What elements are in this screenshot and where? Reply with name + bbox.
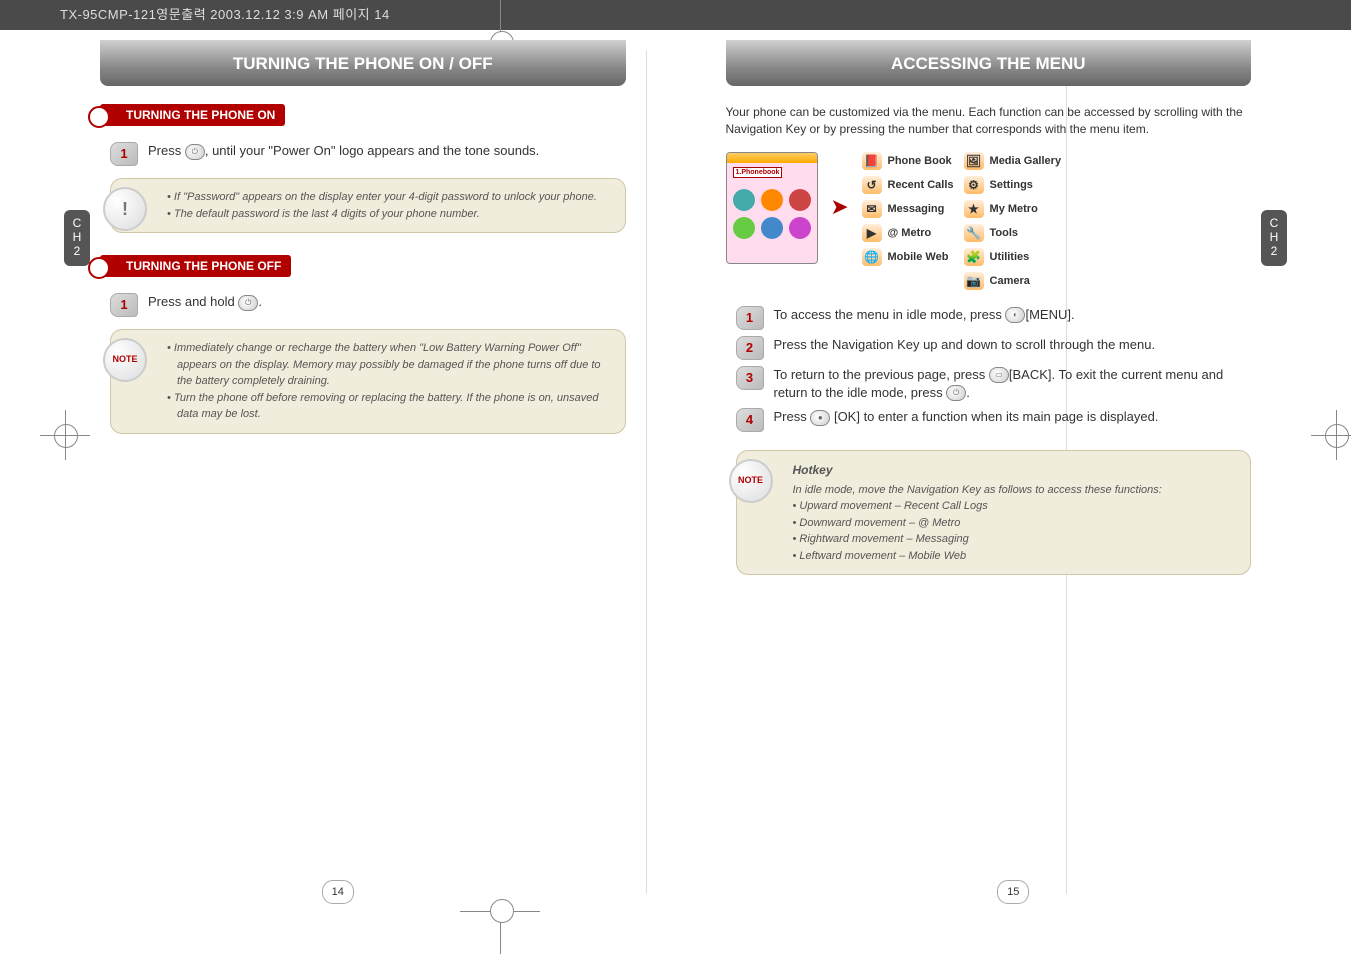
settings-icon: ⚙ xyxy=(964,176,984,194)
note-bullet: • Turn the phone off before removing or … xyxy=(167,390,611,423)
step: 4 Press ● [OK] to enter a function when … xyxy=(736,408,1252,432)
section-heading-phone-on: TURNING THE PHONE ON xyxy=(100,104,285,126)
step: 2 Press the Navigation Key up and down t… xyxy=(736,336,1252,360)
step-text: Press the Navigation Key up and down to … xyxy=(774,336,1252,354)
step-text: Press and hold ⏻. xyxy=(148,293,626,311)
menu-overview: 1.Phonebook ➤ 📕Phone Book ↺Recent Calls … xyxy=(726,152,1252,290)
note-bullet: • Immediately change or recharge the bat… xyxy=(167,340,611,390)
hotkey-bullet: • Upward movement – Recent Call Logs xyxy=(793,498,1237,515)
tools-icon: 🔧 xyxy=(964,224,984,242)
menu-item: 📷Camera xyxy=(964,272,1062,290)
page-14: C H 2 TURNING THE PHONE ON / OFF TURNING… xyxy=(0,30,676,954)
hotkey-bullet: • Downward movement – @ Metro xyxy=(793,515,1237,532)
menu-item: ✉Messaging xyxy=(862,200,954,218)
step-text: To return to the previous page, press ▭[… xyxy=(774,366,1252,402)
chapter-tab: C H 2 xyxy=(1261,210,1287,266)
phone-screen-label: 1.Phonebook xyxy=(733,167,783,178)
step-text: To access the menu in idle mode, press ◐… xyxy=(774,306,1252,324)
menu-column-2: 🖼Media Gallery ⚙Settings ★My Metro 🔧Tool… xyxy=(964,152,1062,290)
step-number-badge: 4 xyxy=(736,408,764,432)
hotkey-intro: In idle mode, move the Navigation Key as… xyxy=(793,482,1237,499)
ok-key-icon: ● xyxy=(810,410,830,426)
step-number-badge: 1 xyxy=(110,142,138,166)
my-metro-icon: ★ xyxy=(964,200,984,218)
phonebook-icon: 📕 xyxy=(862,152,882,170)
menu-item: 🖼Media Gallery xyxy=(964,152,1062,170)
menu-item: 🔧Tools xyxy=(964,224,1062,242)
file-header: TX-95CMP-121영문출력 2003.12.12 3:9 AM 페이지 1… xyxy=(0,0,1351,30)
menu-item: ↺Recent Calls xyxy=(862,176,954,194)
camera-icon: 📷 xyxy=(964,272,984,290)
step-number-badge: 1 xyxy=(736,306,764,330)
page-number: 15 xyxy=(997,880,1029,904)
media-gallery-icon: 🖼 xyxy=(964,152,984,170)
note-icon: NOTE xyxy=(729,459,773,503)
page-number: 14 xyxy=(322,880,354,904)
utilities-icon: 🧩 xyxy=(964,248,984,266)
step-number-badge: 2 xyxy=(736,336,764,360)
section-heading-phone-off: TURNING THE PHONE OFF xyxy=(100,255,291,277)
mobile-web-icon: 🌐 xyxy=(862,248,882,266)
step-text: Press ⏻, until your "Power On" logo appe… xyxy=(148,142,626,160)
menu-item: ⚙Settings xyxy=(964,176,1062,194)
step: 1 To access the menu in idle mode, press… xyxy=(736,306,1252,330)
caution-note: ! • If "Password" appears on the display… xyxy=(110,178,626,233)
step-number-badge: 1 xyxy=(110,293,138,317)
note-bullet: • The default password is the last 4 dig… xyxy=(167,206,611,223)
hotkey-note: NOTE Hotkey In idle mode, move the Navig… xyxy=(736,450,1252,576)
end-key-icon: ⏻ xyxy=(185,144,205,160)
chapter-tab: C H 2 xyxy=(64,210,90,266)
step-text: Press ● [OK] to enter a function when it… xyxy=(774,408,1252,426)
intro-paragraph: Your phone can be customized via the men… xyxy=(726,104,1252,138)
menu-item: 🌐Mobile Web xyxy=(862,248,954,266)
menu-item: 📕Phone Book xyxy=(862,152,954,170)
hotkey-bullet: • Rightward movement – Messaging xyxy=(793,531,1237,548)
back-key-icon: ▭ xyxy=(989,367,1009,383)
step-number-badge: 3 xyxy=(736,366,764,390)
menu-item: 🧩Utilities xyxy=(964,248,1062,266)
end-key-icon: ⏻ xyxy=(238,295,258,311)
note-icon: NOTE xyxy=(103,338,147,382)
page-title: ACCESSING THE MENU xyxy=(726,40,1252,86)
step: 3 To return to the previous page, press … xyxy=(736,366,1252,402)
end-key-icon: ⏻ xyxy=(946,385,966,401)
messaging-icon: ✉ xyxy=(862,200,882,218)
menu-column-1: 📕Phone Book ↺Recent Calls ✉Messaging ▶@ … xyxy=(862,152,954,290)
hotkey-bullet: • Leftward movement – Mobile Web xyxy=(793,548,1237,565)
menu-item: ▶@ Metro xyxy=(862,224,954,242)
page-title: TURNING THE PHONE ON / OFF xyxy=(100,40,626,86)
menu-item: ★My Metro xyxy=(964,200,1062,218)
note-bullet: • If "Password" appears on the display e… xyxy=(167,189,611,206)
step: 1 Press ⏻, until your "Power On" logo ap… xyxy=(110,142,626,166)
hotkey-title: Hotkey xyxy=(793,461,1237,479)
arrow-icon: ➤ xyxy=(828,152,852,262)
step: 1 Press and hold ⏻. xyxy=(110,293,626,317)
at-metro-icon: ▶ xyxy=(862,224,882,242)
recent-calls-icon: ↺ xyxy=(862,176,882,194)
page-15: C H 2 ACCESSING THE MENU Your phone can … xyxy=(676,30,1351,954)
note-box: NOTE • Immediately change or recharge th… xyxy=(110,329,626,434)
caution-icon: ! xyxy=(103,187,147,231)
softkey-icon: ◐ xyxy=(1005,307,1025,323)
phone-screen-illustration: 1.Phonebook xyxy=(726,152,818,264)
